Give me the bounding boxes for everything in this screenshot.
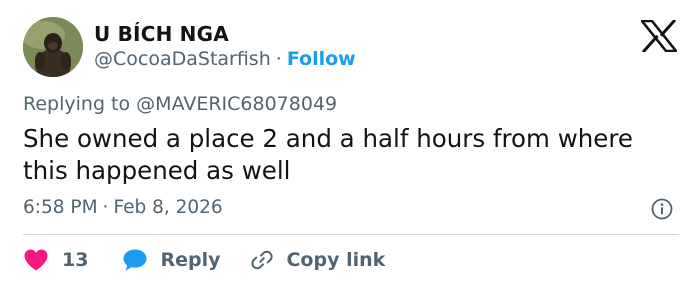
tweet-timestamp[interactable]: 6:58 PM · Feb 8, 2026 xyxy=(23,197,223,218)
tweet-date: Feb 8, 2026 xyxy=(113,197,223,218)
action-bar: 13 Reply Copy link xyxy=(23,247,385,273)
heart-icon xyxy=(24,249,48,271)
copy-link-label: Copy link xyxy=(286,249,386,271)
like-button[interactable]: 13 xyxy=(23,248,122,272)
follow-button[interactable]: Follow xyxy=(287,48,356,70)
tweet-time: 6:58 PM xyxy=(23,197,98,218)
speech-bubble-icon xyxy=(123,249,147,271)
reply-mention[interactable]: @MAVERIC68078049 xyxy=(136,93,337,115)
avatar-image xyxy=(23,17,83,77)
link-icon xyxy=(251,250,274,270)
author-name[interactable]: U BÍCH NGA xyxy=(94,22,229,46)
author-handle[interactable]: @CocoaDaStarfish xyxy=(94,48,271,70)
tweet-card: U BÍCH NGA @CocoaDaStarfish · Follow Reply… xyxy=(0,0,700,287)
author-handle-row: @CocoaDaStarfish · Follow xyxy=(94,48,356,70)
avatar[interactable] xyxy=(23,17,83,77)
reply-prefix: Replying to xyxy=(23,93,131,115)
reply-context: Replying to @MAVERIC68078049 xyxy=(23,93,337,115)
handle-separator: · xyxy=(275,48,282,70)
x-logo-icon[interactable] xyxy=(640,18,678,54)
copy-link-button[interactable]: Copy link xyxy=(250,248,385,272)
reply-label: Reply xyxy=(160,249,221,271)
tweet-text: She owned a place 2 and a half hours fro… xyxy=(23,124,633,185)
reply-button[interactable]: Reply xyxy=(122,248,250,272)
divider xyxy=(23,234,679,235)
info-icon[interactable] xyxy=(651,198,673,220)
like-count: 13 xyxy=(62,249,89,271)
timestamp-separator: · xyxy=(102,197,109,218)
